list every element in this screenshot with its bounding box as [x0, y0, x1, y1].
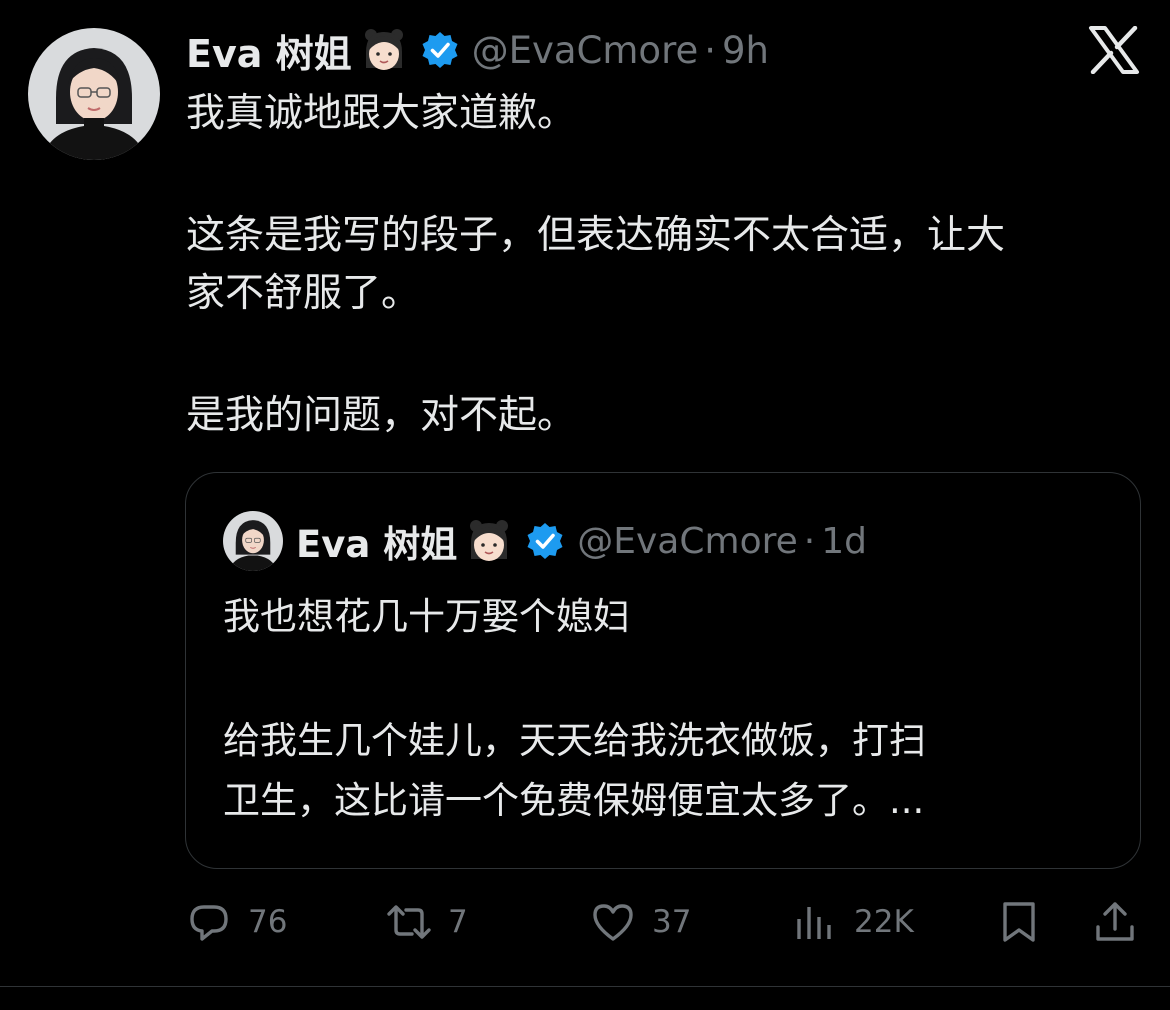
like-button[interactable]: 37	[590, 890, 691, 954]
share-button[interactable]	[1092, 890, 1138, 954]
girl-emoji-icon	[463, 515, 515, 567]
tweet-text-line: 是我的问题，对不起。	[186, 393, 577, 438]
bookmark-icon	[996, 899, 1042, 945]
verified-badge-icon[interactable]	[420, 30, 460, 70]
quoted-tweet-card[interactable]: Eva 树姐 @EvaCmore · 1d 我也想花几十万娶个媳妇 给我生几个娃…	[185, 472, 1141, 869]
bottom-divider	[0, 986, 1170, 987]
quoted-author-handle[interactable]: @EvaCmore	[577, 521, 798, 562]
heart-icon	[590, 899, 636, 945]
quoted-tweet-timestamp[interactable]: 1d	[821, 521, 867, 562]
views-button[interactable]: 22K	[792, 890, 914, 954]
girl-emoji-icon	[358, 24, 410, 76]
bookmark-button[interactable]	[996, 890, 1042, 954]
author-avatar[interactable]	[28, 28, 160, 160]
views-chart-icon	[792, 899, 838, 945]
tweet-text-line: 我真诚地跟大家道歉。	[186, 91, 577, 136]
author-name[interactable]: Eva 树姐	[186, 23, 352, 78]
author-handle[interactable]: @EvaCmore	[472, 29, 699, 72]
tweet-timestamp[interactable]: 9h	[722, 29, 769, 72]
views-count: 22K	[854, 904, 914, 940]
quoted-tweet-header: Eva 树姐 @EvaCmore · 1d	[296, 511, 867, 571]
quoted-author-avatar[interactable]	[223, 511, 283, 571]
reply-count: 76	[248, 904, 288, 940]
x-logo-icon[interactable]	[1088, 26, 1140, 74]
retweet-icon	[386, 899, 432, 945]
quoted-text-line: 给我生几个娃儿，天天给我洗衣做饭，打扫	[223, 719, 926, 762]
quoted-author-name[interactable]: Eva 树姐	[296, 514, 457, 568]
verified-badge-icon[interactable]	[525, 521, 565, 561]
quoted-text-line: 卫生，这比请一个免费保姆便宜太多了。...	[223, 779, 925, 822]
dot-separator: ·	[704, 28, 716, 72]
tweet-text-line: 这条是我写的段子，但表达确实不太合适，让大	[186, 213, 1006, 258]
share-icon	[1092, 899, 1138, 945]
tweet-header: Eva 树姐 @EvaCmore · 9h	[186, 22, 769, 78]
like-count: 37	[652, 904, 692, 940]
reply-button[interactable]: 76	[186, 890, 287, 954]
dot-separator: ·	[803, 520, 816, 562]
tweet-action-bar: 76 7 37 22K	[186, 890, 1146, 954]
reply-icon	[186, 899, 232, 945]
retweet-count: 7	[448, 904, 468, 940]
quoted-text-line: 我也想花几十万娶个媳妇	[223, 595, 630, 638]
tweet-text-line: 家不舒服了。	[186, 271, 421, 316]
retweet-button[interactable]: 7	[386, 890, 468, 954]
